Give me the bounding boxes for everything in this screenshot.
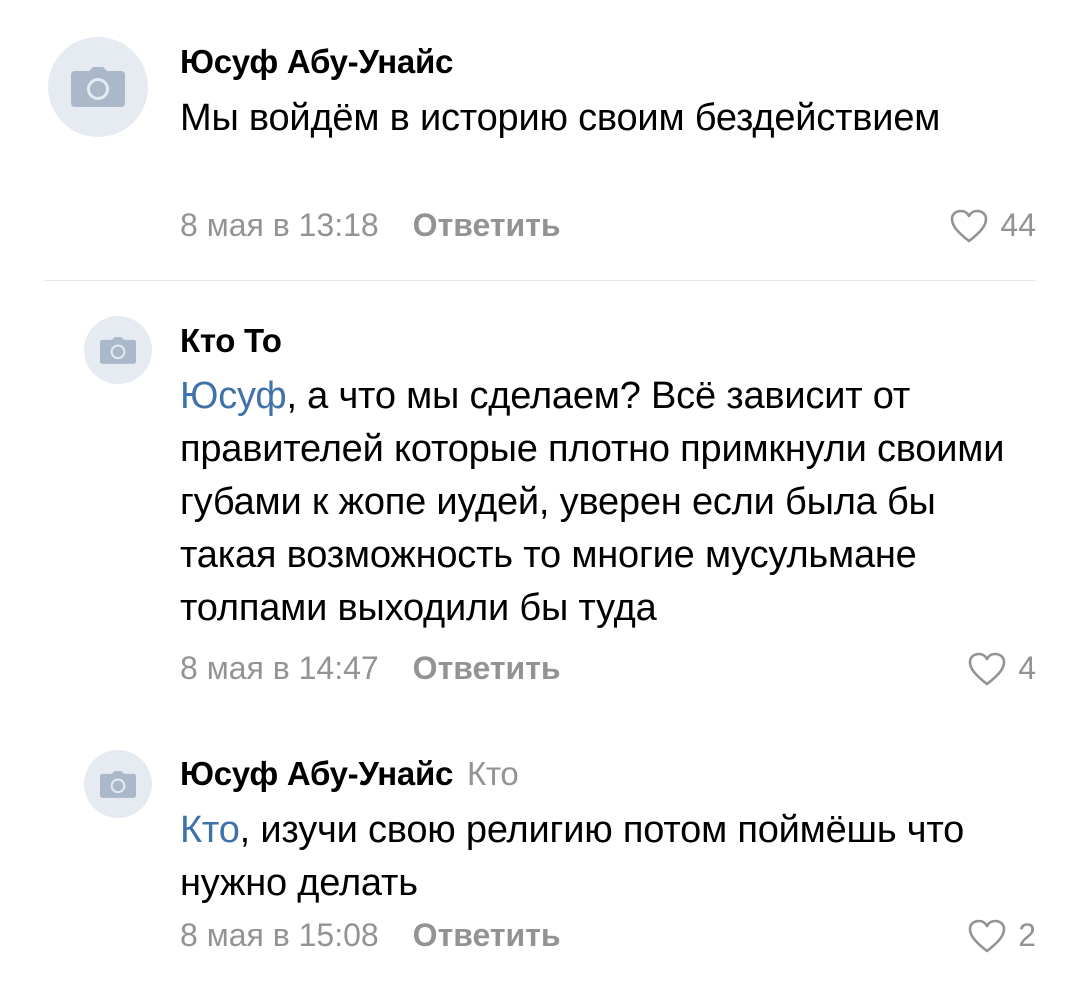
author-name[interactable]: Юсуф Абу-Унайс	[180, 43, 453, 80]
avatar[interactable]	[84, 750, 152, 818]
author-name[interactable]: Юсуф Абу-Унайс	[180, 755, 453, 792]
comment-meta: 8 мая в 14:47 Ответить	[180, 650, 561, 687]
mention-link[interactable]: Кто	[180, 809, 240, 851]
reply-button[interactable]: Ответить	[413, 917, 561, 953]
like-count: 4	[1018, 650, 1036, 686]
comment-meta: 8 мая в 15:08 Ответить	[180, 917, 561, 954]
comment-author[interactable]: Юсуф Абу-Унайс Кто	[180, 755, 519, 793]
comment-text: Мы войдём в историю своим бездействием	[180, 92, 1040, 145]
comment-text: Кто, изучи свою религию потом поймёшь чт…	[180, 804, 1040, 910]
like-button[interactable]: 4	[968, 650, 1036, 687]
camera-icon	[71, 67, 125, 107]
comment-text: Юсуф, а что мы сделаем? Всё зависит от п…	[180, 370, 1040, 635]
comment-body: , а что мы сделаем? Всё зависит от прави…	[180, 375, 1005, 629]
mention-link[interactable]: Юсуф	[180, 375, 287, 417]
author-name[interactable]: Кто То	[180, 322, 282, 359]
like-count: 2	[1018, 917, 1036, 953]
comment-author[interactable]: Юсуф Абу-Унайс	[180, 43, 453, 81]
avatar[interactable]	[84, 316, 152, 384]
comment-date: 8 мая в 15:08	[180, 917, 379, 953]
reply-to-name[interactable]: Кто	[467, 755, 519, 792]
like-count: 44	[1000, 207, 1036, 243]
like-button[interactable]: 2	[968, 917, 1036, 954]
camera-icon	[100, 770, 136, 798]
comment-date: 8 мая в 14:47	[180, 650, 379, 686]
comment-date: 8 мая в 13:18	[180, 207, 379, 243]
heart-outline-icon	[951, 209, 988, 242]
camera-icon	[100, 336, 136, 364]
comment-author[interactable]: Кто То	[180, 322, 282, 360]
like-button[interactable]: 44	[950, 207, 1036, 244]
comment-body: Мы войдём в историю своим бездействием	[180, 97, 941, 139]
heart-outline-icon	[968, 919, 1006, 952]
heart-outline-icon	[968, 652, 1006, 685]
avatar[interactable]	[48, 37, 148, 137]
divider	[44, 280, 1036, 281]
comment-meta: 8 мая в 13:18 Ответить	[180, 207, 561, 244]
comment-body: , изучи свою религию потом поймёшь что н…	[180, 809, 965, 904]
reply-button[interactable]: Ответить	[413, 650, 561, 686]
reply-button[interactable]: Ответить	[413, 207, 561, 243]
